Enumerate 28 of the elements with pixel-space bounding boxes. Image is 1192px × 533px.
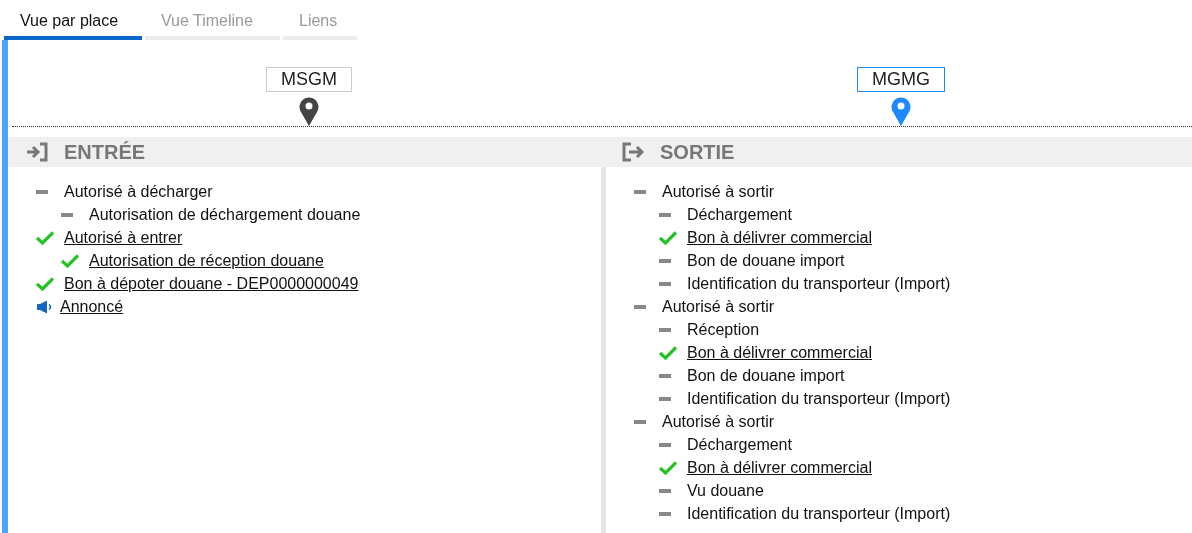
status-label: Déchargement [687, 435, 792, 454]
status-label: Autorisé à décharger [64, 182, 213, 201]
status-link[interactable]: Autorisation de réception douane [89, 251, 324, 270]
section-title: SORTIE [660, 140, 735, 164]
status-label: Identification du transporteur (Import) [687, 504, 951, 523]
status-label: Bon de douane import [687, 251, 845, 270]
status-link[interactable]: Bon à dépoter douane - DEP0000000049 [64, 274, 359, 293]
enter-icon [26, 142, 48, 162]
tab[interactable]: Vue par place [4, 0, 142, 40]
status-label: Bon de douane import [687, 366, 845, 385]
status-label: Identification du transporteur (Import) [687, 389, 951, 408]
status-label: Vu douane [687, 481, 764, 500]
place-label: MSGM [266, 67, 352, 92]
status-link[interactable]: Bon à délivrer commercial [687, 458, 872, 477]
status-label: Identification du transporteur (Import) [687, 274, 951, 293]
status-link[interactable]: Bon à délivrer commercial [687, 228, 872, 247]
status-label: Déchargement [687, 205, 792, 224]
status-label: Autorisé à sortir [662, 297, 775, 316]
place-label: MGMG [857, 67, 945, 92]
exit-icon [622, 142, 644, 162]
status-link[interactable]: Autorisé à entrer [64, 228, 183, 247]
status-link[interactable]: Annoncé [60, 297, 124, 316]
status-label: Autorisé à sortir [662, 182, 775, 201]
status-label: Autorisation de déchargement douane [89, 205, 361, 224]
status-link[interactable]: Bon à délivrer commercial [687, 343, 872, 362]
status-label: Réception [687, 320, 760, 339]
section-title: ENTRÉE [64, 140, 146, 164]
status-label: Autorisé à sortir [662, 412, 775, 431]
